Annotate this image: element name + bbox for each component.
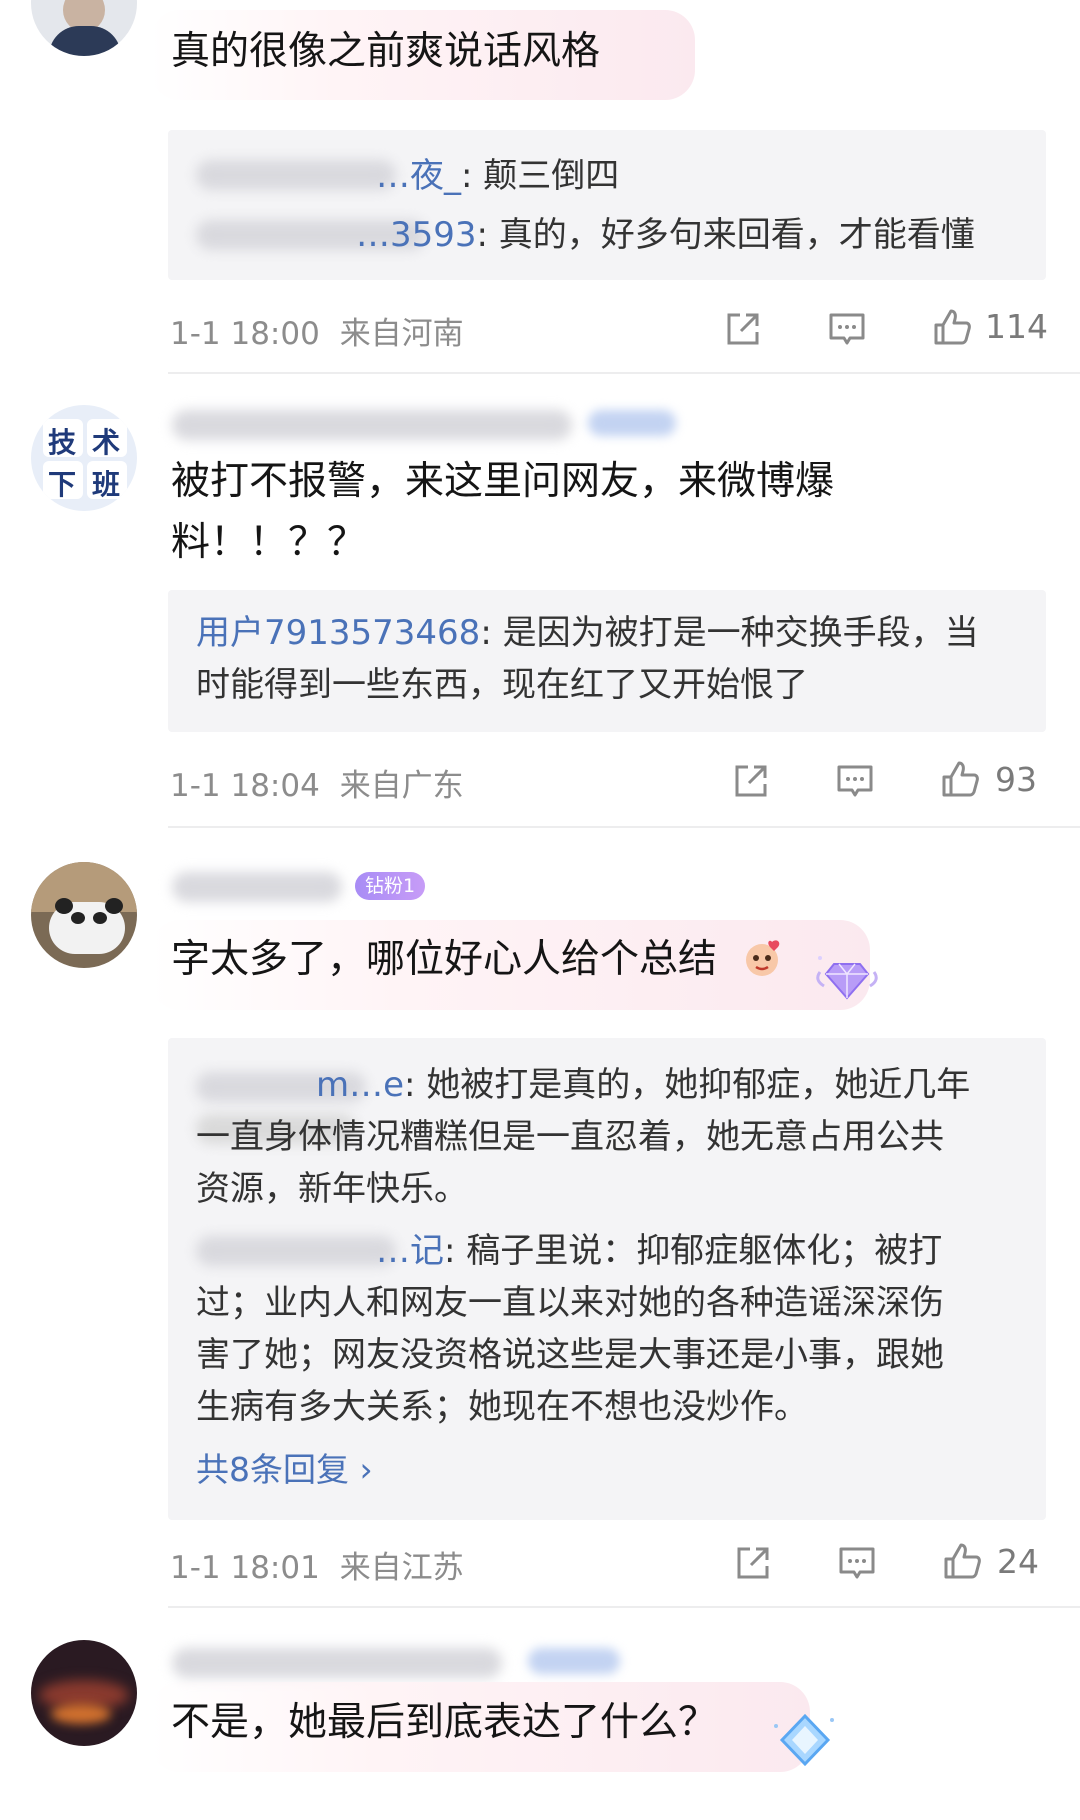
username-blurred[interactable] [172,410,572,440]
reply-username[interactable]: 用户7913573468 [196,613,480,653]
user-badge-blurred [528,1648,620,1674]
username-blurred[interactable] [172,872,342,902]
like-icon[interactable] [932,306,974,348]
avatar-char: 技 [48,426,77,459]
like-count: 114 [985,307,1048,346]
reply-line[interactable]: 用户7913573468: 是因为被打是一种交换手段，当 [196,610,979,656]
divider [168,1606,1080,1608]
comment-text: 不是，她最后到底表达了什么？ [171,1700,718,1745]
comment-text: 真的很像之前爽说话风格 [171,29,601,74]
comment-location: 来自河南 [339,316,464,352]
like-count: 24 [997,1542,1039,1581]
avatar-char: 下 [48,468,77,501]
comment-location: 来自江苏 [339,1550,464,1586]
reply-line-continued: 害了她；网友没资格说这些是大事还是小事，跟她 [196,1335,944,1375]
reply-text: : 稿子里说：抑郁症躯体化；被打 [444,1231,943,1271]
comment-icon[interactable] [834,760,876,802]
comment-text-line-2: 料！！？？ [171,520,367,565]
reply-username[interactable]: …夜_ [196,156,461,196]
divider [168,826,1080,828]
like-count: 93 [995,760,1037,799]
comment-icon[interactable] [836,1542,878,1584]
more-replies-link[interactable]: 共8条回复 › [196,1443,373,1491]
reply-line[interactable]: …记: 稿子里说：抑郁症躯体化；被打 [196,1228,942,1274]
reply-line-continued: 过；业内人和网友一直以来对她的各种造谣深深伤 [196,1283,944,1323]
diamond-icon [774,1713,834,1767]
reply-line[interactable]: …3593: 真的，好多句来回看，才能看懂 [196,212,975,258]
avatar[interactable] [31,0,137,56]
reply-username[interactable]: …记 [196,1231,444,1271]
reply-text: : 她被打是真的，她抑郁症，她近几年 [404,1065,971,1105]
avatar[interactable] [31,862,137,968]
avatar-char: 班 [92,468,121,501]
reply-line-continued: 资源，新年快乐。 [196,1169,468,1209]
like-icon[interactable] [940,758,982,800]
comment-text: 字太多了，哪位好心人给个总结 [171,937,718,982]
comment-meta: 1-1 18:00 来自河南 [170,308,464,353]
reply-line-continued: 一直身体情况糟糕但是一直忍着，她无意占用公共 [196,1117,944,1157]
divider [168,372,1080,374]
share-icon[interactable] [732,1542,774,1584]
fan-badge: 钻粉1 [355,872,426,900]
username-blurred[interactable] [172,1648,502,1678]
reply-text: : 是因为被打是一种交换手段，当 [480,613,979,653]
comment-time: 1-1 18:04 [170,768,320,804]
like-icon[interactable] [942,1540,984,1582]
reply-line-continued: 时能得到一些东西，现在红了又开始恨了 [196,665,808,705]
user-badge-blurred [588,410,676,436]
avatar-char: 术 [92,426,121,459]
comment-meta: 1-1 18:01 来自江苏 [170,1542,464,1587]
share-icon[interactable] [730,760,772,802]
reply-text: : 真的，好多句来回看，才能看懂 [476,215,975,255]
comment-time: 1-1 18:00 [170,316,320,352]
avatar[interactable]: 技 术 下 班 [31,405,137,511]
share-icon[interactable] [722,308,764,350]
reply-line[interactable]: m…e: 她被打是真的，她抑郁症，她近几年 [196,1062,970,1108]
comment-time: 1-1 18:01 [170,1550,320,1586]
comment-meta: 1-1 18:04 来自广东 [170,760,464,805]
reply-line[interactable]: …夜_: 颠三倒四 [196,153,619,199]
comment-icon[interactable] [826,308,868,350]
avatar[interactable] [31,1640,137,1746]
comment-text-line-1: 被打不报警，来这里问网友，来微博爆 [171,459,835,504]
comment-location: 来自广东 [339,768,464,804]
reply-text: : 颠三倒四 [461,156,620,196]
reply-username[interactable]: …3593 [196,215,477,255]
emoji-icon [746,940,780,976]
diamond-icon [816,956,878,1000]
reply-line-continued: 生病有多大关系；她现在不想也没炒作。 [196,1387,808,1427]
reply-username[interactable]: m…e [196,1065,404,1105]
